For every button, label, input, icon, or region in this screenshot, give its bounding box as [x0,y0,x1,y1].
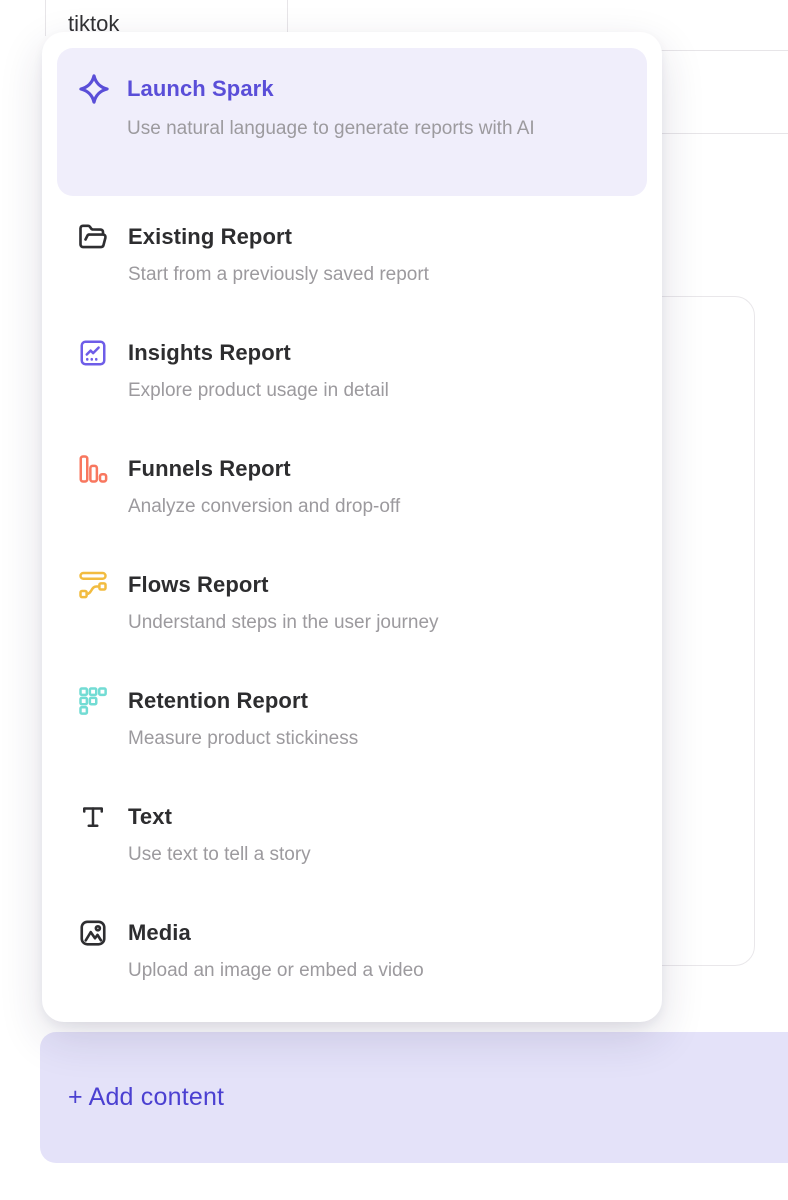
menu-item-title: Media [128,918,642,948]
flows-icon [78,570,108,600]
menu-item-description: Understand steps in the user journey [128,608,642,638]
menu-item-existing-report[interactable]: Existing Report Start from a previously … [42,196,662,312]
add-content-label: + Add content [68,1083,224,1112]
menu-item-flows-report[interactable]: Flows Report Understand steps in the use… [42,544,662,660]
menu-item-title: Existing Report [128,222,642,252]
background-cell-border-left [45,0,46,36]
menu-item-description: Explore product usage in detail [128,376,642,406]
menu-item-title: Funnels Report [128,454,642,484]
menu-item-description: Upload an image or embed a video [128,956,642,986]
media-image-icon [78,918,108,948]
menu-item-title: Text [128,802,642,832]
retention-grid-icon [78,686,108,716]
spark-icon [78,73,110,105]
menu-item-title: Launch Spark [127,74,627,104]
insights-chart-icon [78,338,108,368]
menu-item-launch-spark[interactable]: Launch Spark Use natural language to gen… [57,48,647,196]
menu-item-funnels-report[interactable]: Funnels Report Analyze conversion and dr… [42,428,662,544]
menu-item-description: Start from a previously saved report [128,260,642,290]
menu-item-retention-report[interactable]: Retention Report Measure product stickin… [42,660,662,776]
menu-item-insights-report[interactable]: Insights Report Explore product usage in… [42,312,662,428]
menu-item-title: Insights Report [128,338,642,368]
funnel-bars-icon [78,454,108,484]
background-divider-2 [648,133,788,134]
menu-item-description: Use text to tell a story [128,840,642,870]
background-divider-1 [648,50,788,51]
text-icon [78,802,108,832]
menu-item-title: Flows Report [128,570,642,600]
add-content-button[interactable]: + Add content [40,1032,788,1163]
page-canvas: tiktok Launch Spark Use natural language… [0,0,788,1200]
menu-item-title: Retention Report [128,686,642,716]
menu-item-description: Use natural language to generate reports… [127,113,579,145]
menu-item-text[interactable]: Text Use text to tell a story [42,776,662,892]
menu-item-description: Analyze conversion and drop-off [128,492,642,522]
add-content-popover-menu: Launch Spark Use natural language to gen… [42,32,662,1022]
folder-open-icon [78,222,108,252]
menu-item-description: Measure product stickiness [128,724,642,754]
menu-item-media[interactable]: Media Upload an image or embed a video [42,892,662,1008]
